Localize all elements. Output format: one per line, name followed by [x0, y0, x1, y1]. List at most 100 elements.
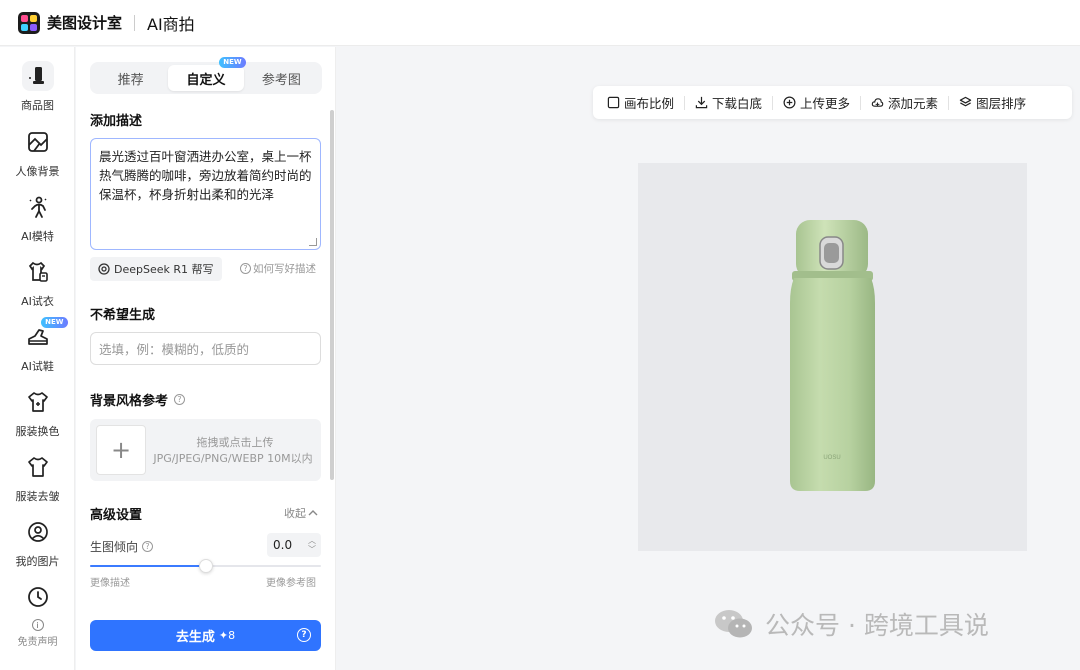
ai-tryon-shoes-icon: [27, 329, 48, 345]
download-white-bg-button[interactable]: 下载白底: [689, 93, 768, 112]
clothing-recolor-icon: [27, 392, 48, 412]
new-badge: NEW: [219, 57, 246, 68]
bias-slider[interactable]: [90, 559, 321, 573]
info-icon: i: [31, 619, 44, 631]
svg-text:UOSU: UOSU: [823, 455, 840, 461]
nav-item-history[interactable]: [0, 582, 75, 616]
slider-right-label: 更像参考图: [266, 578, 316, 589]
deepseek-icon: [98, 263, 110, 275]
tool-label: 添加元素: [888, 96, 939, 111]
slider-thumb[interactable]: [198, 559, 213, 573]
nav-item-ai-tryon-shoes[interactable]: NEW AI试鞋: [0, 317, 75, 382]
toolbar-divider: [948, 95, 950, 110]
upload-formats: JPG/JPEG/PNG/WEBP 10M以内: [153, 452, 313, 465]
stepper-arrows-icon[interactable]: ︿ ﹀: [308, 536, 316, 554]
slider-left-label: 更像描述: [90, 578, 130, 589]
add-element-icon: [871, 98, 884, 107]
tab-reference-image[interactable]: 参考图: [244, 65, 319, 91]
nav-label: AI模特: [21, 230, 54, 243]
help-icon[interactable]: ?: [142, 541, 154, 552]
mode-tabs: 推荐 自定义 NEW 参考图: [90, 57, 322, 94]
bias-value: 0.0: [273, 538, 293, 552]
disclaimer-link[interactable]: i 免责声明: [0, 619, 75, 648]
description-textarea[interactable]: 晨光透过百叶窗洒进办公室，桌上一杯热气腾腾的咖啡，旁边放着简约时尚的保温杯，杯身…: [90, 138, 321, 250]
download-icon: [695, 96, 708, 109]
panel-scrollbar[interactable]: [330, 110, 334, 480]
credit-cost: ✦8: [218, 629, 236, 642]
reference-upload-area[interactable]: + 拖拽或点击上传 JPG/JPEG/PNG/WEBP 10M以内: [90, 419, 321, 481]
clothing-dewrinkle-icon: [27, 457, 48, 477]
generate-button[interactable]: 去生成 ✦8 ?: [90, 620, 321, 651]
negative-section-title: 不希望生成: [90, 308, 156, 323]
ai-tryon-clothes-icon: [28, 261, 48, 282]
deepseek-write-button[interactable]: DeepSeek R1 帮写: [90, 257, 222, 281]
slider-fill: [90, 565, 206, 567]
bias-label-row: 生图倾向 ?: [90, 538, 155, 555]
upload-plus-icon: [783, 96, 796, 109]
app-logo[interactable]: [18, 11, 40, 34]
tool-label: 下载白底: [712, 96, 763, 111]
nav-label: 服装去皱: [15, 490, 60, 503]
left-nav: 商品图 人像背景 AI模特 AI试衣 NEW AI试鞋 服装换色 服装去皱 我的…: [0, 47, 75, 670]
nav-item-my-images[interactable]: 我的图片: [0, 517, 75, 577]
nav-item-ai-tryon-clothes[interactable]: AI试衣: [0, 257, 75, 317]
describe-section-title: 添加描述: [90, 114, 143, 129]
tab-custom[interactable]: 自定义 NEW: [168, 57, 246, 91]
tab-label: 自定义: [186, 72, 226, 88]
help-icon[interactable]: ?: [174, 394, 186, 405]
brand-name[interactable]: 美图设计室: [47, 12, 122, 33]
wechat-icon: [715, 610, 752, 638]
nav-item-clothing-recolor[interactable]: 服装换色: [0, 387, 75, 447]
upload-plus-button[interactable]: +: [96, 425, 146, 475]
canvas-artboard[interactable]: UOSU: [638, 163, 1027, 551]
plus-icon: +: [110, 436, 132, 464]
howto-label: 如何写好描述: [253, 263, 316, 275]
layers-icon: [959, 96, 972, 107]
nav-item-portrait-background[interactable]: 人像背景: [0, 127, 75, 187]
upload-more-button[interactable]: 上传更多: [777, 93, 856, 112]
nav-item-ai-model[interactable]: AI模特: [0, 192, 75, 252]
collapse-advanced-button[interactable]: 收起: [284, 505, 318, 521]
nav-item-product-image[interactable]: 商品图: [0, 61, 75, 121]
canvas-ratio-icon: [607, 96, 620, 109]
new-badge: NEW: [41, 317, 68, 328]
nav-label: 服装换色: [15, 425, 60, 438]
toolbar-divider: [772, 95, 774, 110]
description-text: 晨光透过百叶窗洒进办公室，桌上一杯热气腾腾的咖啡，旁边放着简约时尚的保温杯，杯身…: [99, 149, 312, 202]
thermos-bottle-image[interactable]: UOSU: [638, 163, 1027, 551]
advanced-section-title: 高级设置: [90, 508, 143, 523]
bias-number-input[interactable]: 0.0 ︿ ﹀: [267, 533, 321, 557]
product-title: AI商拍: [147, 14, 195, 34]
header-divider: [134, 14, 136, 31]
collapse-label: 收起: [284, 507, 306, 520]
generate-label: 去生成: [175, 630, 215, 645]
nav-label: AI试鞋: [21, 360, 54, 373]
my-images-icon: [27, 522, 48, 542]
negative-prompt-input[interactable]: 选填，例：模糊的，低质的: [90, 332, 321, 365]
tool-label: 上传更多: [800, 96, 851, 111]
nav-label: 我的图片: [15, 555, 60, 568]
add-element-button[interactable]: 添加元素: [865, 93, 944, 112]
product-image-icon: [28, 67, 44, 84]
top-header: 美图设计室 AI商拍: [0, 0, 1080, 46]
upload-hint: 拖拽或点击上传: [196, 436, 274, 449]
nav-item-clothing-dewrinkle[interactable]: 服装去皱: [0, 452, 75, 512]
portrait-background-icon: [27, 132, 48, 152]
deepseek-label: DeepSeek R1 帮写: [114, 263, 214, 276]
bg-reference-section: 背景风格参考 ?: [90, 390, 187, 409]
tool-label: 画布比例: [624, 96, 675, 111]
canvas-ratio-button[interactable]: 画布比例: [601, 93, 680, 112]
toolbar-divider: [684, 95, 686, 110]
howto-write-link[interactable]: ? 如何写好描述: [240, 261, 316, 276]
chevron-up-icon: [308, 510, 318, 516]
history-clock-icon: [27, 587, 48, 607]
tool-label: 图层排序: [976, 96, 1027, 111]
settings-panel: 推荐 自定义 NEW 参考图 添加描述 晨光透过百叶窗洒进办公室，桌上一杯热气腾…: [76, 47, 336, 670]
layer-order-button[interactable]: 图层排序: [953, 93, 1032, 112]
resize-handle[interactable]: [309, 238, 317, 246]
question-icon: ?: [240, 263, 251, 274]
help-icon[interactable]: ?: [297, 628, 311, 642]
watermark: 公众号 · 跨境工具说: [713, 606, 989, 642]
disclaimer-label: 免责声明: [17, 637, 58, 648]
tab-recommended[interactable]: 推荐: [93, 65, 168, 91]
